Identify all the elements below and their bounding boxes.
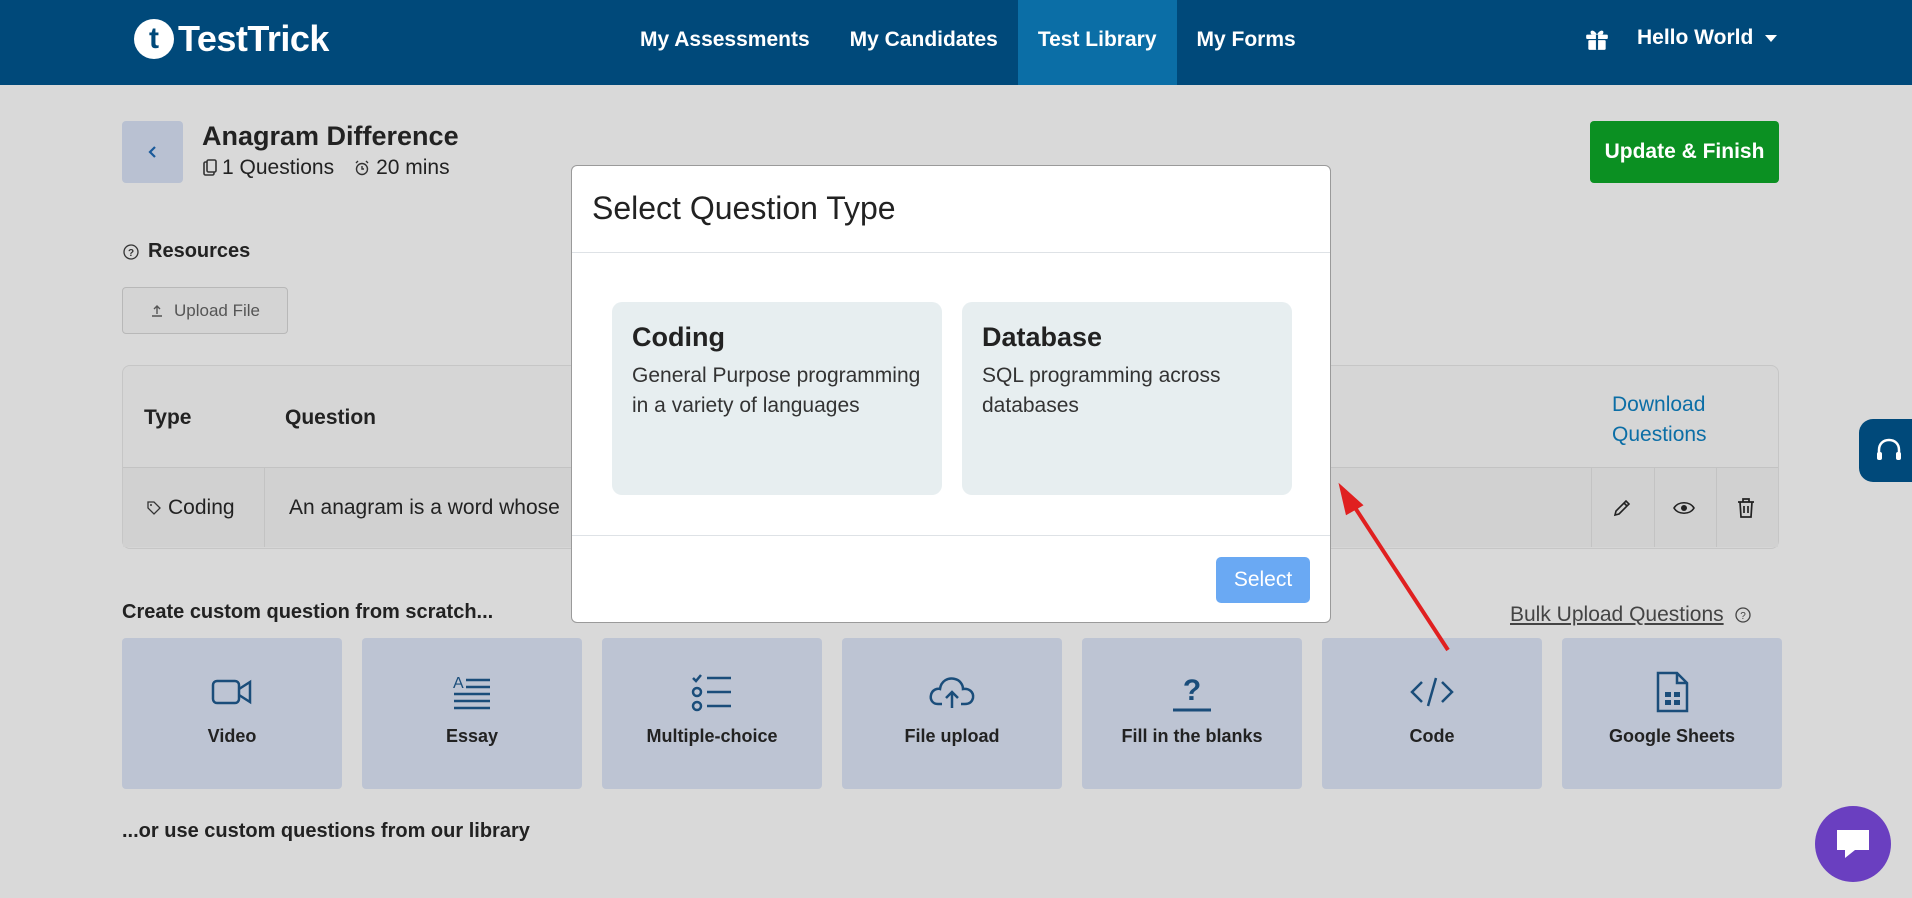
upload-icon [152,304,162,317]
custom-question-heading: Create custom question from scratch... [122,601,494,623]
option-coding-desc: General Purpose programming in a variety… [632,364,921,417]
video-icon [211,679,252,705]
help-icon: ? [1734,607,1751,623]
back-button[interactable] [122,121,183,183]
card-code[interactable]: Code [1322,638,1542,789]
main-nav: My Assessments My Candidates Test Librar… [620,0,1316,85]
divider [264,468,265,547]
option-database-desc: SQL programming across databases [982,364,1221,417]
svg-text:?: ? [1183,674,1201,707]
library-heading: ...or use custom questions from our libr… [122,820,530,842]
column-header-question: Question [285,406,377,429]
code-icon [1410,677,1454,707]
nav-my-assessments[interactable]: My Assessments [620,0,830,85]
update-finish-button[interactable]: Update & Finish [1590,121,1779,183]
logo[interactable]: t TestTrick [134,18,329,60]
upload-file-button[interactable]: Upload File [122,287,288,334]
card-file-upload-label: File upload [904,726,1000,746]
headset-icon [1877,438,1901,460]
gift-icon[interactable] [1584,26,1610,57]
card-fill-blanks[interactable]: ? Fill in the blanks [1082,638,1302,789]
row-question[interactable]: An anagram is a word whose [289,496,579,520]
chevron-down-icon [1765,34,1778,42]
question-count: 1 Questions [222,156,335,179]
modal-title: Select Question Type [592,190,896,226]
support-button[interactable] [1859,419,1912,482]
divider [1654,468,1655,547]
sheet-icon [1656,671,1689,713]
multiple-choice-icon [691,674,731,712]
download-questions-link[interactable]: Download Questions [1612,390,1707,450]
question-type-cards: Video A Essay Multiple-choice File uploa… [122,638,1782,789]
logo-text: TestTrick [178,18,329,59]
tag-icon [147,501,161,515]
alarm-icon [354,160,370,176]
test-duration: 20 mins [376,156,450,179]
test-meta: 1 Questions 20 mins [202,156,450,180]
divider [1591,468,1592,547]
card-google-sheets[interactable]: Google Sheets [1562,638,1782,789]
divider [1716,468,1717,547]
nav-test-library[interactable]: Test Library [1017,0,1177,85]
bulk-upload-link[interactable]: Bulk Upload Questions ? [1510,603,1752,627]
questions-icon [202,159,218,177]
card-fill-blanks-label: Fill in the blanks [1121,726,1263,746]
card-google-sheets-label: Google Sheets [1608,726,1736,746]
chevron-left-icon [147,146,156,158]
card-video[interactable]: Video [122,638,342,789]
option-coding-name: Coding [632,322,725,352]
card-file-upload[interactable]: File upload [842,638,1062,789]
card-code-label: Code [1409,726,1455,746]
chat-button[interactable] [1815,806,1891,882]
trash-icon[interactable] [1735,497,1757,524]
eye-icon[interactable] [1672,497,1696,524]
divider [572,252,1330,253]
row-type-label: Coding [168,496,235,519]
card-essay[interactable]: A Essay [362,638,582,789]
option-coding[interactable]: Coding General Purpose programming in a … [612,302,942,495]
user-name: Hello World [1637,26,1754,49]
download-line-2: Questions [1612,423,1707,446]
cloud-upload-icon [929,677,975,708]
nav-my-candidates[interactable]: My Candidates [830,0,1018,85]
edit-icon[interactable] [1611,497,1633,524]
svg-text:?: ? [1740,611,1746,622]
option-database[interactable]: Database SQL programming across database… [962,302,1292,495]
top-navbar: t TestTrick My Assessments My Candidates… [0,0,1912,85]
column-header-type: Type [144,406,192,429]
resources-title: Resources [148,240,251,262]
bulk-upload-label: Bulk Upload Questions [1510,603,1724,626]
fill-blank-icon: ? [1173,674,1211,712]
logo-mark: t [134,19,174,59]
chat-icon [1837,830,1869,858]
svg-text:A: A [453,675,464,692]
test-title: Anagram Difference [202,121,459,151]
select-button[interactable]: Select [1216,557,1310,603]
nav-my-forms[interactable]: My Forms [1177,0,1316,85]
option-database-name: Database [982,322,1103,352]
divider [572,535,1330,536]
download-line-1: Download [1612,393,1706,416]
user-menu[interactable]: Hello World [1637,26,1778,50]
svg-text:?: ? [128,248,134,259]
select-question-type-modal: Select Question Type Coding General Purp… [571,165,1331,623]
card-video-label: Video [207,726,257,746]
row-type: Coding [146,496,235,520]
card-multiple-choice[interactable]: Multiple-choice [602,638,822,789]
upload-file-label: Upload File [174,300,260,320]
resources-heading: ? Resources [122,240,250,263]
card-essay-label: Essay [445,726,499,746]
card-multiple-choice-label: Multiple-choice [646,726,778,746]
essay-icon: A [453,675,490,710]
help-icon: ? [123,243,139,260]
